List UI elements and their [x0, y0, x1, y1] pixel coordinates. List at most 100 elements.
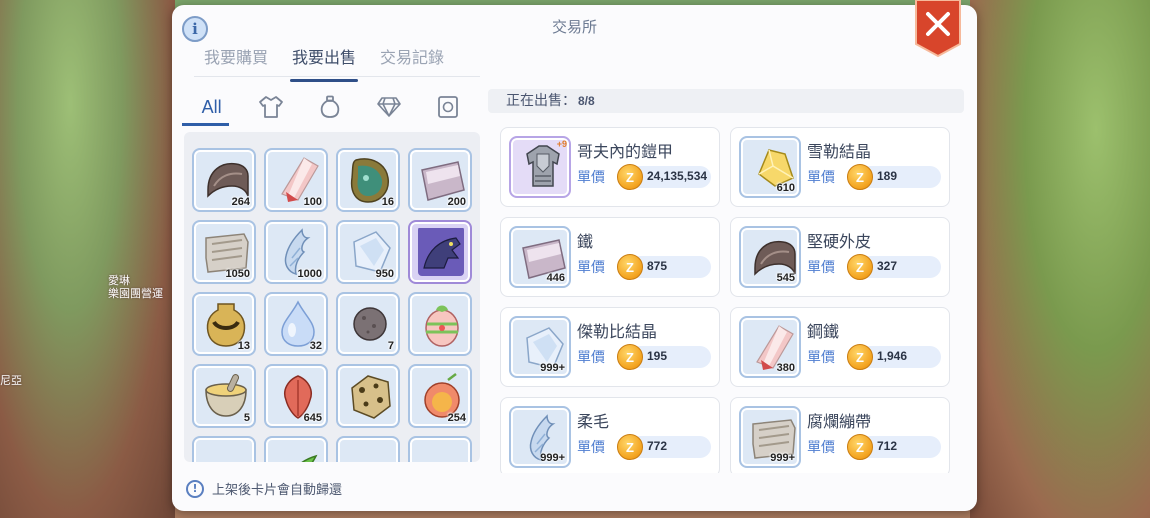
tab-bar: 我要購買 我要出售 交易記錄 [194, 45, 480, 82]
inventory-slot[interactable]: 1000 [264, 220, 328, 284]
category-filter: All [182, 89, 478, 126]
zeny-coin-icon: Z [847, 434, 873, 460]
listing-item-icon: +9 [509, 136, 571, 198]
item-quantity: 950 [375, 268, 394, 280]
listing-price: 772 [647, 439, 668, 453]
tab-buy[interactable]: 我要購買 [194, 45, 278, 76]
listing-card[interactable]: 545 堅硬外皮 單價 Z 327 [730, 217, 950, 297]
unit-price-label: 單價 [577, 260, 605, 276]
yellow-powder-icon [202, 444, 250, 462]
easter-egg-icon [425, 305, 459, 347]
item-quantity: 1000 [297, 268, 322, 280]
item-quantity: 254 [447, 412, 466, 424]
listing-item-icon: 446 [509, 226, 571, 288]
unit-price-label: 單價 [807, 260, 835, 276]
inventory-slot[interactable]: 254 [408, 364, 472, 428]
notice-icon: ! [186, 479, 204, 498]
unit-price-label: 單價 [577, 170, 605, 186]
listing-name: 哥夫內的鎧甲 [577, 142, 674, 161]
listing-card[interactable]: 610 雪勒結晶 單價 Z 189 [730, 127, 950, 207]
selling-count: 8/8 [578, 94, 595, 108]
listing-item-icon: 610 [739, 136, 801, 198]
category-armor[interactable] [241, 91, 300, 123]
category-all[interactable]: All [182, 91, 241, 126]
item-quantity: 999+ [540, 362, 565, 374]
listing-price: 712 [877, 439, 898, 453]
npc-nameplate: 愛琳 樂園團營運 [108, 274, 163, 300]
red-item-icon [418, 444, 466, 462]
listing-card[interactable]: 999+ 柔毛 單價 Z 772 [500, 397, 720, 473]
enhance-level: +9 [556, 139, 567, 149]
inventory-slot[interactable]: 1050 [192, 220, 256, 284]
listing-name: 柔毛 [577, 412, 610, 431]
tab-sell[interactable]: 我要出售 [282, 45, 366, 82]
footer-text: 上架後卡片會自動歸還 [212, 483, 343, 498]
zeny-coin-icon: Z [617, 344, 643, 370]
inventory-slot[interactable]: 7 [336, 292, 400, 356]
inventory-slot[interactable] [336, 436, 400, 462]
inventory-slot[interactable] [408, 292, 472, 356]
inventory-slot[interactable]: 13 [192, 292, 256, 356]
inventory-slot[interactable] [264, 436, 328, 462]
item-quantity: 16 [381, 196, 394, 208]
listing-card[interactable]: +9 哥夫內的鎧甲 單價 Z 24,135,534 [500, 127, 720, 207]
stone-ball-icon [353, 307, 387, 341]
inventory-slot[interactable] [336, 364, 400, 428]
category-consumable[interactable] [300, 91, 359, 123]
wolf-card-icon [418, 228, 464, 276]
inventory-slot[interactable]: 16 [336, 148, 400, 212]
inventory-slot[interactable]: 645 [264, 364, 328, 428]
listing-card[interactable]: 999+ 傑勒比結晶 單價 Z 195 [500, 307, 720, 387]
inventory-slot[interactable]: 264 [192, 148, 256, 212]
inventory-slot[interactable] [408, 220, 472, 284]
consumable-icon [320, 95, 340, 118]
gem-icon [377, 97, 402, 117]
listing-card[interactable]: 380 鋼鐵 單價 Z 1,946 [730, 307, 950, 387]
zeny-coin-icon: Z [847, 344, 873, 370]
listing-price: 1,946 [877, 349, 908, 363]
close-button[interactable] [914, 0, 962, 58]
inventory-slot[interactable]: 100 [264, 148, 328, 212]
item-quantity: 999+ [770, 452, 795, 464]
item-quantity: 32 [309, 340, 322, 352]
listing-card[interactable]: 999+ 腐爛繃帶單價 Z 712 [730, 397, 950, 473]
grey-item-icon [346, 444, 394, 462]
category-card[interactable] [419, 91, 478, 123]
listing-item-icon: 999+ [509, 316, 571, 378]
listings-panel: +9 哥夫內的鎧甲 單價 Z 24,135,534 610 雪勒結晶 單價 Z 189 446 鐵單價… [488, 117, 964, 473]
selling-header: 正在出售： 8/8 [488, 89, 964, 113]
listing-item-icon: 545 [739, 226, 801, 288]
item-quantity: 446 [546, 272, 565, 284]
listing-price: 195 [647, 349, 668, 363]
item-quantity: 1050 [225, 268, 250, 280]
inventory-slot[interactable] [192, 436, 256, 462]
inventory-slot[interactable]: 950 [336, 220, 400, 284]
inventory-slot[interactable] [408, 436, 472, 462]
unit-price-label: 單價 [807, 350, 835, 366]
mortar-icon [205, 374, 247, 417]
zeny-coin-icon: Z [847, 254, 873, 280]
unit-price-label: 單價 [577, 440, 605, 456]
inventory-grid: 264 100 16 200 1050 1000 950 13 32 7 5 645 254 [192, 148, 472, 462]
unit-price-label: 單價 [807, 440, 835, 456]
inventory-slot[interactable]: 200 [408, 148, 472, 212]
listing-card[interactable]: 446 鐵單價 Z 875 [500, 217, 720, 297]
zeny-coin-icon: Z [847, 164, 873, 190]
category-gem[interactable] [360, 91, 419, 123]
listing-item-icon: 380 [739, 316, 801, 378]
item-quantity: 13 [237, 340, 250, 352]
item-quantity: 380 [776, 362, 795, 374]
listing-name: 腐爛繃帶 [807, 412, 872, 431]
item-quantity: 264 [231, 196, 250, 208]
item-quantity: 100 [303, 196, 322, 208]
listing-name: 傑勒比結晶 [577, 322, 658, 341]
tab-history[interactable]: 交易記錄 [370, 45, 454, 76]
inventory-slot[interactable]: 5 [192, 364, 256, 428]
game-background-right [970, 0, 1150, 518]
background-edge-text: 尼亞 [0, 374, 22, 387]
unit-price-label: 單價 [807, 170, 835, 186]
inventory-panel: 264 100 16 200 1050 1000 950 13 32 7 5 645 254 [184, 132, 480, 462]
listing-price: 189 [877, 169, 898, 183]
armor-icon [526, 145, 560, 187]
inventory-slot[interactable]: 32 [264, 292, 328, 356]
